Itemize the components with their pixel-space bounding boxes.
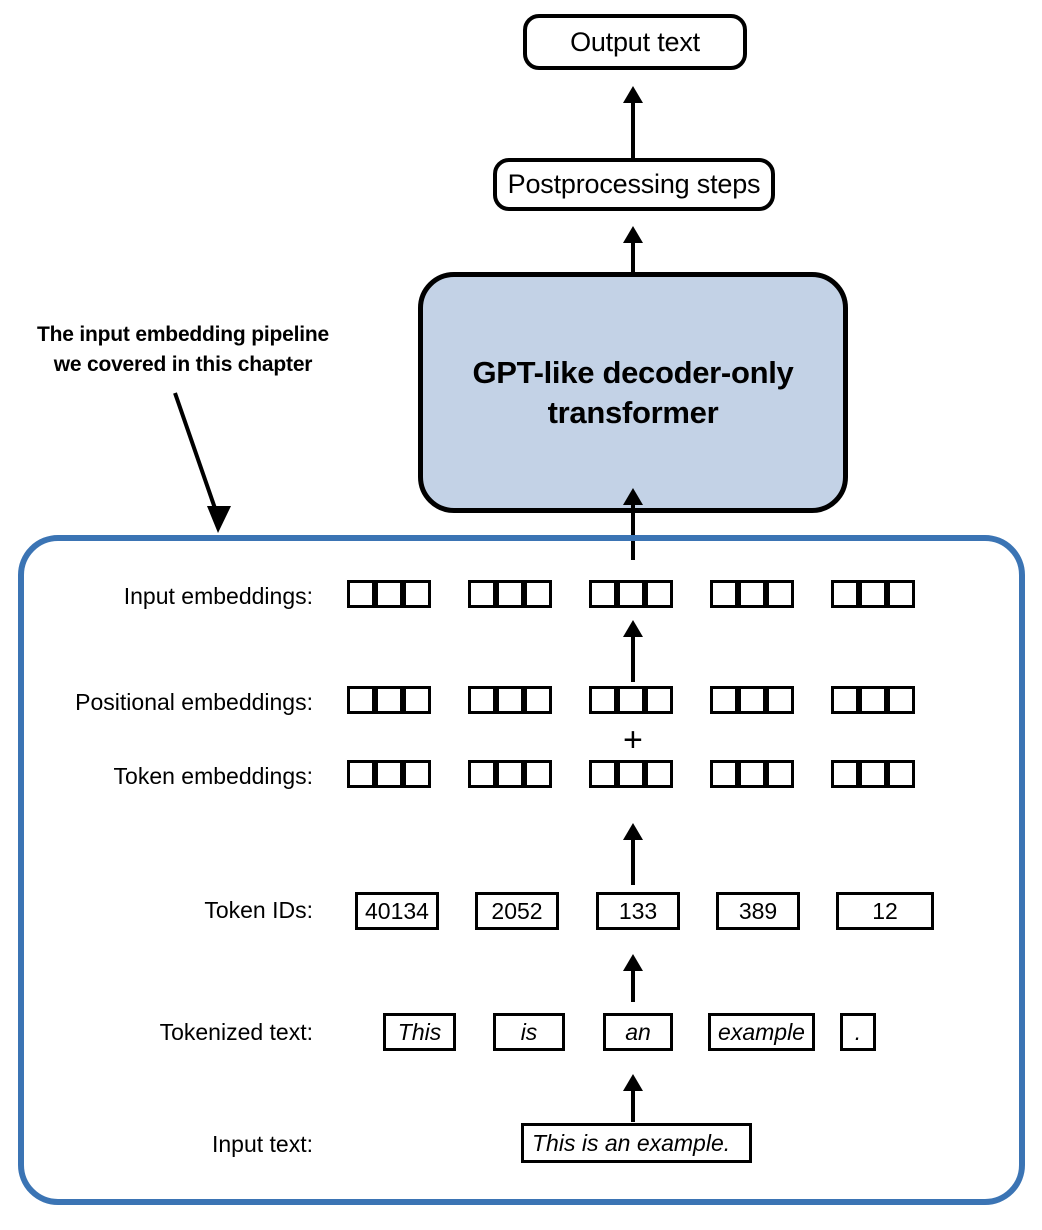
embedding-cell xyxy=(496,760,524,788)
token-id-box: 133 xyxy=(596,892,680,930)
embedding-group xyxy=(468,760,552,788)
row-label-input-embeddings: Input embeddings: xyxy=(123,583,313,609)
postprocessing-box: Postprocessing steps xyxy=(493,158,775,211)
token-box: an xyxy=(603,1013,673,1051)
embedding-group xyxy=(589,580,673,608)
embedding-cell xyxy=(831,760,859,788)
embedding-cell xyxy=(468,580,496,608)
embedding-cell xyxy=(859,580,887,608)
embedding-group xyxy=(347,686,431,714)
embedding-cell xyxy=(589,580,617,608)
embedding-cell xyxy=(496,580,524,608)
embedding-cell xyxy=(738,580,766,608)
token-id-box: 389 xyxy=(716,892,800,930)
embedding-group xyxy=(831,760,915,788)
embedding-cell xyxy=(468,760,496,788)
token-box: is xyxy=(493,1013,565,1051)
embedding-cell xyxy=(403,686,431,714)
embedding-cell xyxy=(766,686,794,714)
embedding-cell xyxy=(347,760,375,788)
diagram-canvas: Output text Postprocessing steps GPT-lik… xyxy=(0,0,1042,1230)
token-id-box: 2052 xyxy=(475,892,559,930)
annotation-text: The input embedding pipeline we covered … xyxy=(37,323,329,377)
row-label-positional-embeddings: Positional embeddings: xyxy=(75,689,313,715)
token-box: example xyxy=(708,1013,815,1051)
embedding-group xyxy=(710,580,794,608)
transformer-box: GPT-like decoder-only transformer xyxy=(418,272,848,513)
token-id-box: 12 xyxy=(836,892,934,930)
embedding-cell xyxy=(831,686,859,714)
embedding-group xyxy=(347,580,431,608)
output-text-box: Output text xyxy=(523,14,747,70)
embedding-cell xyxy=(887,580,915,608)
embedding-cell xyxy=(766,580,794,608)
embedding-group xyxy=(468,580,552,608)
input-embeddings-row xyxy=(347,580,915,608)
token-embeddings-row xyxy=(347,760,915,788)
row-label-token-embeddings: Token embeddings: xyxy=(113,763,313,789)
annotation-arrow-icon xyxy=(173,392,231,533)
embedding-group xyxy=(589,760,673,788)
embedding-cell xyxy=(403,760,431,788)
input-embedding-pipeline-container xyxy=(18,535,1025,1205)
embedding-group xyxy=(710,686,794,714)
embedding-cell xyxy=(347,686,375,714)
embedding-cell xyxy=(617,580,645,608)
embedding-cell xyxy=(710,686,738,714)
input-text-box: This is an example. xyxy=(521,1123,752,1163)
embedding-cell xyxy=(496,686,524,714)
embedding-cell xyxy=(617,686,645,714)
postprocessing-label: Postprocessing steps xyxy=(507,169,761,199)
embedding-cell xyxy=(831,580,859,608)
output-text-label: Output text xyxy=(570,26,700,57)
embedding-cell xyxy=(766,760,794,788)
embedding-cell xyxy=(738,760,766,788)
token-box: This xyxy=(383,1013,456,1051)
embedding-cell xyxy=(859,760,887,788)
embedding-cell xyxy=(887,760,915,788)
positional-embeddings-row xyxy=(347,686,915,714)
embedding-cell xyxy=(738,686,766,714)
embedding-cell xyxy=(375,686,403,714)
transformer-label: GPT-like decoder-only transformer xyxy=(472,354,794,430)
embedding-cell xyxy=(524,580,552,608)
embedding-group xyxy=(710,760,794,788)
embedding-cell xyxy=(375,760,403,788)
token-box: . xyxy=(840,1013,876,1051)
token-ids-row: 40134 2052 133 389 12 xyxy=(0,892,1042,930)
embedding-cell xyxy=(710,760,738,788)
embedding-cell xyxy=(524,760,552,788)
embedding-cell xyxy=(710,580,738,608)
embedding-cell xyxy=(347,580,375,608)
embedding-group xyxy=(831,686,915,714)
embedding-cell xyxy=(617,760,645,788)
token-id-box: 40134 xyxy=(355,892,439,930)
embedding-cell xyxy=(524,686,552,714)
tokenized-text-row: This is an example . xyxy=(0,1013,1042,1051)
embedding-group xyxy=(831,580,915,608)
embedding-cell xyxy=(645,686,673,714)
embedding-cell xyxy=(375,580,403,608)
embedding-cell xyxy=(403,580,431,608)
embedding-cell xyxy=(859,686,887,714)
sum-operator: + xyxy=(623,721,643,759)
embedding-group xyxy=(589,686,673,714)
embedding-cell xyxy=(887,686,915,714)
embedding-cell xyxy=(468,686,496,714)
embedding-cell xyxy=(645,580,673,608)
embedding-group xyxy=(468,686,552,714)
embedding-cell xyxy=(589,760,617,788)
embedding-group xyxy=(347,760,431,788)
embedding-cell xyxy=(645,760,673,788)
embedding-cell xyxy=(589,686,617,714)
row-label-input-text: Input text: xyxy=(211,1131,313,1157)
